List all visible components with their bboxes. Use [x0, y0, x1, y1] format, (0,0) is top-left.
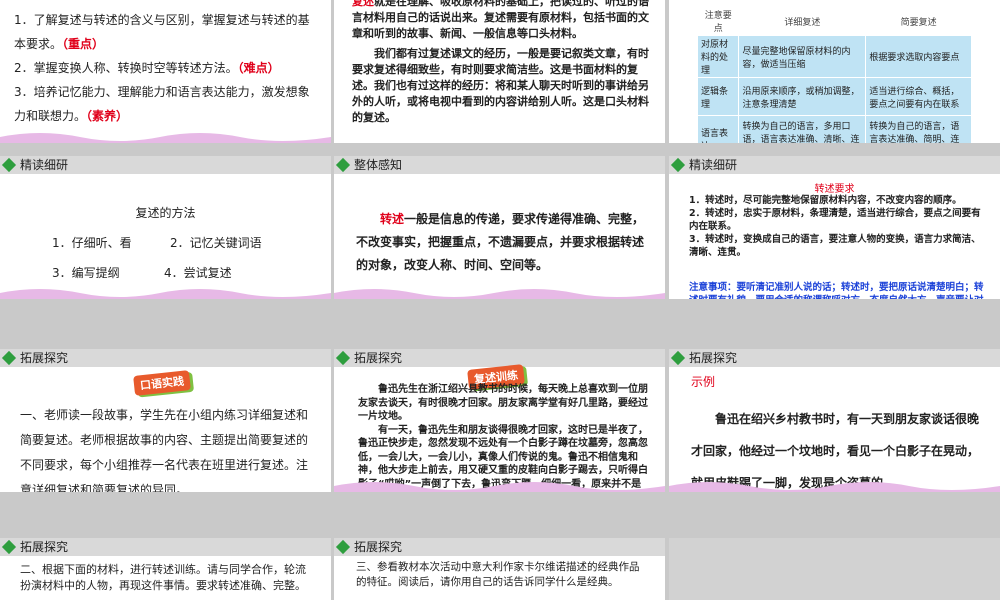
slide-5[interactable]: 整体感知 转述一般是信息的传递，要求传递得准确、完整，不改变事实，把握重点，不遗…: [334, 156, 665, 299]
methods-title: 复述的方法: [135, 206, 196, 220]
col-header: 简要复述: [865, 6, 972, 36]
table-cell: 根据要求选取内容要点: [865, 35, 972, 78]
slide-8[interactable]: 拓展探究 复述训练 鲁迅先生在浙江绍兴县教书的时候，每天晚上总喜欢到一位朋友家去…: [334, 349, 665, 492]
slide-10[interactable]: 拓展探究 二、根据下面的材料，进行转述训练。请与同学合作，轮流扮演材料中的人物，…: [0, 538, 331, 600]
slide-header: 精读细研: [0, 156, 331, 174]
col-header: 详细复述: [738, 6, 867, 36]
wave-decoration: [334, 289, 665, 299]
slide-grid: 1．了解复述与转述的含义与区别，掌握复述与转述的基本要求。（重点） 2．掌握变换…: [0, 0, 1000, 600]
task-two-text: 二、根据下面的材料，进行转述训练。请与同学合作，轮流扮演材料中的人物，再现这件事…: [20, 563, 306, 592]
method-item: 3．编写提纲: [52, 266, 120, 280]
method-item: 2．记忆关键词语: [170, 236, 262, 250]
slide-header: 整体感知: [334, 156, 665, 174]
slide-header: 拓展探究: [0, 349, 331, 367]
slide-7[interactable]: 拓展探究 口语实践 一、老师读一段故事，学生先在小组内练习详细复述和简要复述。老…: [0, 349, 331, 492]
diamond-icon: [670, 350, 686, 366]
slide-11[interactable]: 拓展探究 三、参看教材本次活动中意大利作家卡尔维诺描述的经典作品的特征。阅读后，…: [334, 538, 665, 600]
diamond-icon: [335, 350, 351, 366]
slide-header: 拓展探究: [334, 538, 665, 556]
col-header: 注意要点: [696, 6, 740, 36]
slide-3[interactable]: 注意要点 详细复述 简要复述 对原材料的处理 尽量完整地保留原材料的内容，做适当…: [669, 0, 1000, 143]
oral-practice-badge: 口语实践: [133, 370, 191, 396]
retelling-definition: 复述就是在理解、吸收原材料的基础上，把读过的、听过的语言材料用自己的话说出来。复…: [352, 0, 649, 40]
task-three-text: 三、参看教材本次活动中意大利作家卡尔维诺描述的经典作品的特征。阅读后，请你用自己…: [356, 561, 640, 588]
diamond-icon: [1, 157, 17, 173]
method-item: 1．仔细听、看: [52, 236, 132, 250]
story-paragraph: 鲁迅先生在浙江绍兴县教书的时候，每天晚上总喜欢到一位朋友家去谈天，有时很晚才回家…: [358, 384, 648, 422]
slide-header: 拓展探究: [334, 349, 665, 367]
diamond-icon: [1, 539, 17, 555]
method-item: 4．尝试复述: [164, 266, 232, 280]
slide-header: 精读细研: [669, 156, 1000, 174]
example-label: 示例: [691, 375, 716, 389]
slide-header: 拓展探究: [669, 349, 1000, 367]
table-cell: 转换为自己的语言，语言表达准确、简明、连贯: [865, 115, 972, 143]
notice-text: 注意事项：要听清记准别人说的话；转述时，要把原话说清楚明白；转述时要有礼貌，要用…: [689, 282, 984, 299]
table-cell: 语言表达: [696, 115, 740, 143]
slide-header: 拓展探究: [0, 538, 331, 556]
requirements-title: 转述要求: [814, 184, 855, 195]
slide-4[interactable]: 精读细研 复述的方法 1．仔细听、看 2．记忆关键词语 3．编写提纲 4．尝试复…: [0, 156, 331, 299]
objective-3: 3．培养记忆能力、理解能力和语言表达能力，激发想象力和联想力。（素养）: [14, 85, 310, 123]
diamond-icon: [670, 157, 686, 173]
slide-1[interactable]: 1．了解复述与转述的含义与区别，掌握复述与转述的基本要求。（重点） 2．掌握变换…: [0, 0, 331, 143]
slide-6[interactable]: 精读细研 转述要求 1．转述时，尽可能完整地保留原材料内容，不改变内容的顺序。 …: [669, 156, 1000, 299]
wave-decoration: [0, 133, 331, 143]
diamond-icon: [1, 350, 17, 366]
table-cell: 适当进行综合、概括，要点之间要有内在联系: [865, 77, 972, 116]
wave-decoration: [669, 482, 1000, 492]
diamond-icon: [335, 539, 351, 555]
table-cell: 转换为自己的语言，多用口语，语言表达准确、清晰、连贯: [738, 115, 867, 143]
wave-decoration: [0, 289, 331, 299]
table-cell: 尽量完整地保留原材料的内容，做适当压缩: [738, 35, 867, 78]
slide-2[interactable]: 复述就是在理解、吸收原材料的基础上，把读过的、听过的语言材料用自己的话说出来。复…: [334, 0, 665, 143]
objective-2: 2．掌握变换人称、转换时空等转述方法。（难点）: [14, 61, 280, 75]
requirement-item: 1．转述时，尽可能完整地保留原材料内容，不改变内容的顺序。: [689, 195, 962, 206]
comparison-table: 注意要点 详细复述 简要复述 对原材料的处理 尽量完整地保留原材料的内容，做适当…: [696, 6, 972, 143]
table-cell: 对原材料的处理: [696, 35, 740, 78]
requirement-item: 2．转述时，忠实于原材料，条理清楚，适当进行综合，要点之间要有内在联系。: [689, 208, 981, 232]
transmit-definition: 转述一般是信息的传递，要求传递得准确、完整，不改变事实，把握重点，不遗漏要点，并…: [356, 212, 645, 272]
table-cell: 沿用原来顺序，或稍加调整，注意条理清楚: [738, 77, 867, 116]
task-one-text: 一、老师读一段故事，学生先在小组内练习详细复述和简要复述。老师根据故事的内容、主…: [20, 408, 309, 492]
empty-slot: [669, 538, 1000, 600]
table-cell: 逻辑条理: [696, 77, 740, 116]
objective-1: 1．了解复述与转述的含义与区别，掌握复述与转述的基本要求。（重点）: [14, 13, 310, 51]
wave-decoration: [334, 482, 665, 492]
retelling-experience: 我们都有过复述课文的经历，一般是要记叙类文章，有时要求复述得细致些，有时则要求简…: [352, 47, 649, 124]
diamond-icon: [335, 157, 351, 173]
slide-9[interactable]: 拓展探究 示例 鲁迅在绍兴乡村教书时，有一天到朋友家谈话很晚才回家，他经过一个坟…: [669, 349, 1000, 492]
requirement-item: 3．转述时，变换成自己的语言，要注意人物的变换，语言力求简洁、清晰、连贯。: [689, 234, 981, 258]
